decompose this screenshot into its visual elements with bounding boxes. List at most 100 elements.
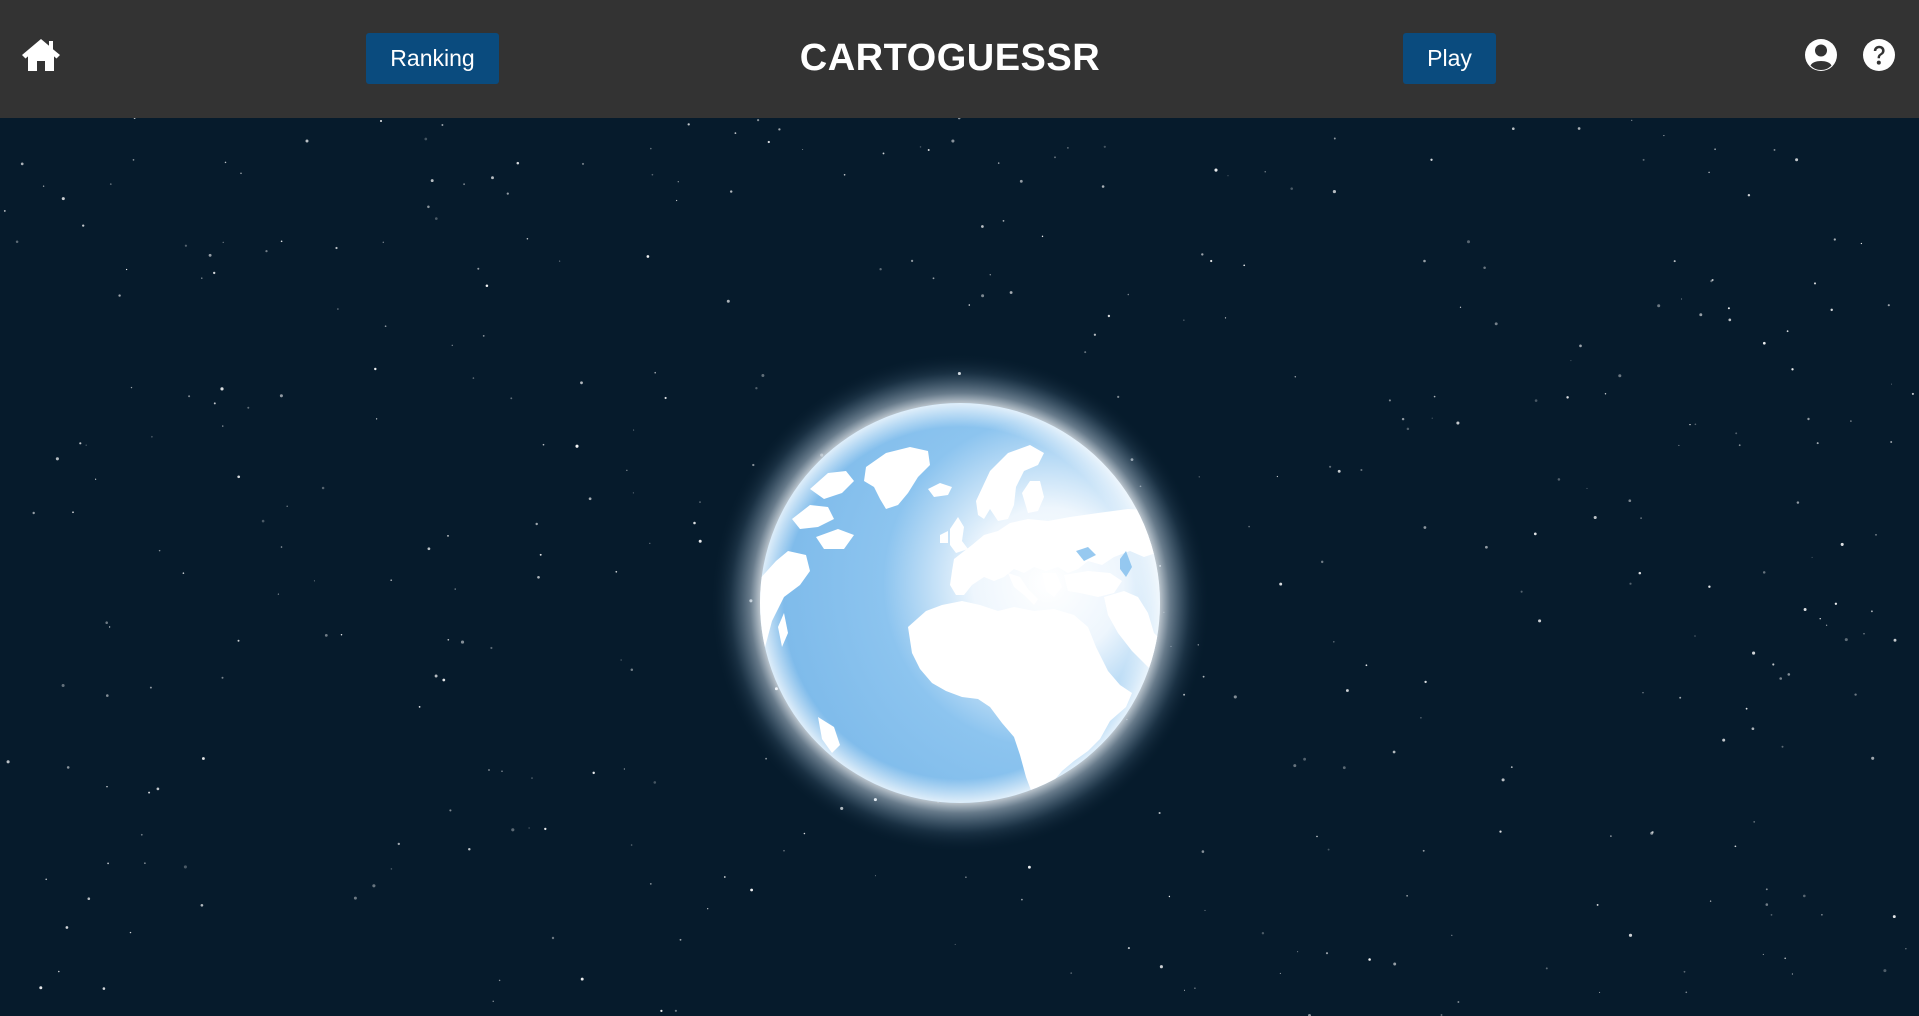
star xyxy=(1738,444,1741,447)
star xyxy=(1825,624,1828,626)
star xyxy=(580,977,584,981)
star xyxy=(1890,383,1893,385)
star xyxy=(15,240,19,243)
star xyxy=(630,668,634,672)
star xyxy=(1393,962,1397,966)
star xyxy=(510,397,513,400)
star xyxy=(1333,641,1335,643)
star xyxy=(1747,193,1751,197)
star xyxy=(39,986,43,990)
star xyxy=(1388,399,1391,402)
star xyxy=(757,119,760,122)
star xyxy=(1727,307,1730,310)
star xyxy=(313,580,315,582)
star xyxy=(1854,693,1857,696)
star xyxy=(1557,478,1561,481)
star xyxy=(1293,764,1297,768)
star xyxy=(1093,333,1097,336)
star xyxy=(526,237,529,240)
star xyxy=(910,259,914,263)
star xyxy=(1041,235,1044,238)
star xyxy=(1329,465,1332,468)
star xyxy=(441,124,444,126)
globe-scene[interactable] xyxy=(0,118,1919,1016)
star xyxy=(981,225,984,228)
star xyxy=(1795,158,1799,162)
star xyxy=(1689,423,1691,426)
home-button[interactable] xyxy=(20,36,62,74)
account-button[interactable] xyxy=(1804,38,1838,72)
star xyxy=(375,418,378,420)
star xyxy=(919,146,922,148)
star xyxy=(20,162,24,166)
star xyxy=(1883,969,1887,973)
star xyxy=(581,162,585,165)
star xyxy=(280,240,283,243)
star xyxy=(222,241,224,244)
star xyxy=(1762,571,1766,574)
star xyxy=(1629,582,1632,585)
star xyxy=(1811,556,1813,558)
star xyxy=(324,634,328,637)
star xyxy=(156,787,160,791)
star xyxy=(989,274,991,276)
star xyxy=(1320,560,1324,564)
star xyxy=(434,674,438,678)
star xyxy=(424,137,428,141)
globe[interactable] xyxy=(710,353,1210,853)
star xyxy=(335,246,338,250)
star xyxy=(1784,957,1787,960)
star xyxy=(677,180,680,183)
star xyxy=(213,402,216,405)
star xyxy=(1494,322,1498,326)
star xyxy=(1890,441,1893,443)
star xyxy=(61,197,65,201)
star xyxy=(1183,319,1185,321)
star xyxy=(55,457,59,461)
star xyxy=(511,828,515,832)
star xyxy=(1593,515,1597,520)
star xyxy=(1084,351,1087,354)
star xyxy=(87,897,91,900)
star xyxy=(451,344,453,346)
question-circle-icon xyxy=(1863,39,1895,71)
star xyxy=(679,938,682,941)
star xyxy=(1224,317,1227,319)
star xyxy=(1781,745,1784,748)
star xyxy=(58,970,60,973)
star xyxy=(265,249,268,253)
play-button[interactable]: Play xyxy=(1403,33,1496,84)
star xyxy=(542,443,545,446)
star xyxy=(1678,444,1680,446)
star xyxy=(1694,423,1697,426)
star xyxy=(1342,766,1346,770)
star xyxy=(1365,664,1368,667)
star xyxy=(802,148,804,151)
help-button[interactable] xyxy=(1862,38,1896,72)
star xyxy=(1501,778,1505,782)
star xyxy=(1456,421,1460,425)
star xyxy=(1194,987,1196,990)
star xyxy=(184,244,188,247)
star xyxy=(1631,119,1633,122)
star xyxy=(1337,469,1341,473)
star xyxy=(1168,895,1171,898)
star xyxy=(1127,293,1130,296)
star xyxy=(463,183,465,186)
star xyxy=(1816,442,1819,445)
star xyxy=(1863,633,1865,635)
star xyxy=(1887,304,1890,307)
star xyxy=(1638,571,1642,575)
star xyxy=(1657,304,1661,308)
star xyxy=(778,128,781,131)
star xyxy=(105,621,108,624)
star xyxy=(183,865,187,869)
ranking-button[interactable]: Ranking xyxy=(366,33,499,84)
star xyxy=(1423,526,1427,529)
star xyxy=(1813,282,1817,285)
star xyxy=(1520,590,1523,593)
star xyxy=(1401,417,1405,421)
star xyxy=(427,547,431,551)
star xyxy=(1711,278,1714,282)
star xyxy=(1787,673,1791,676)
